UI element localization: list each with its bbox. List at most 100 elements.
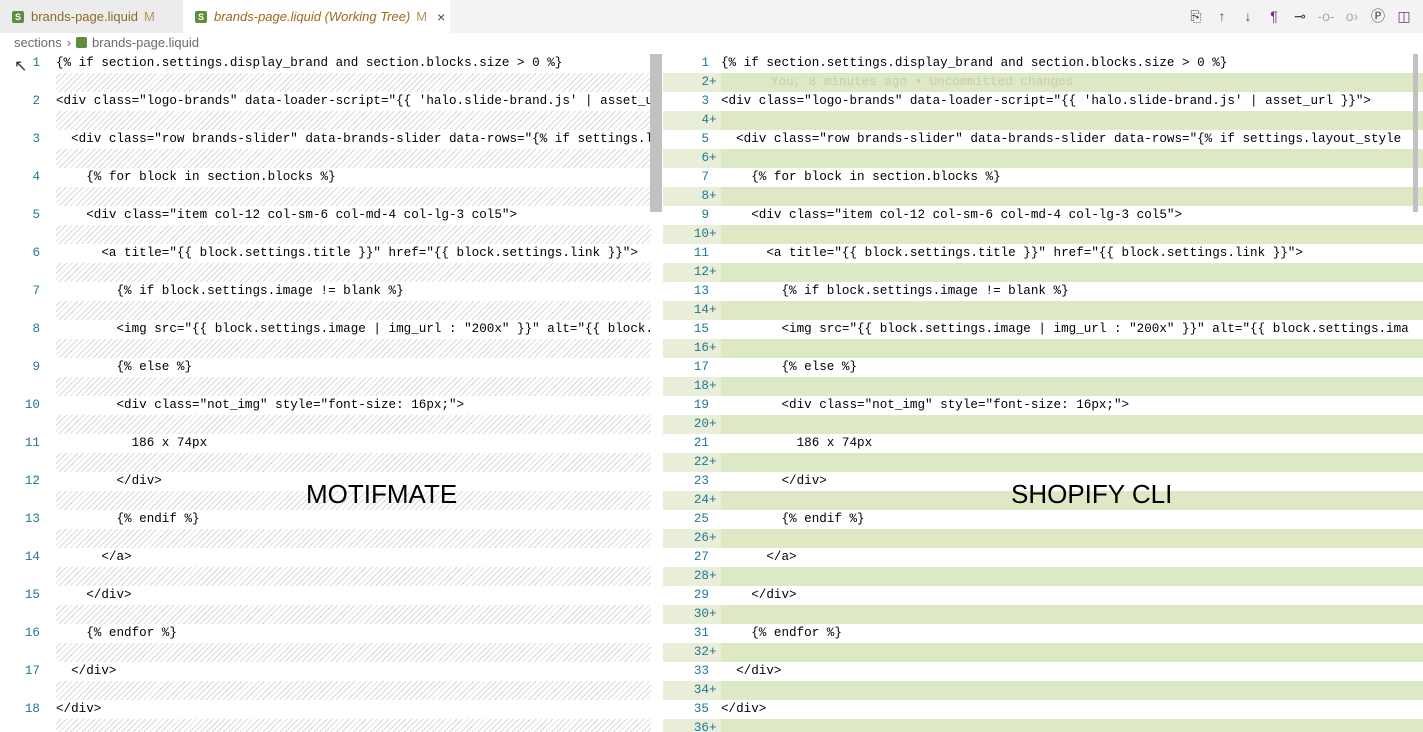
filler-row <box>0 187 663 206</box>
line-number: 6 <box>701 151 709 165</box>
added-line[interactable]: 4 + <box>663 111 1423 130</box>
previous-change-icon[interactable]: ↑ <box>1211 5 1233 27</box>
split-editor-icon[interactable]: ◫ <box>1393 5 1415 27</box>
line-number: 36 <box>693 721 709 732</box>
added-line[interactable]: 18 + <box>663 377 1423 396</box>
added-line[interactable]: 12 + <box>663 263 1423 282</box>
code-line[interactable]: 1 {% if section.settings.display_brand an… <box>0 54 663 73</box>
added-line[interactable]: 36 + <box>663 719 1423 732</box>
code-line[interactable]: 7 {% if block.settings.image != blank %} <box>0 282 663 301</box>
modified-badge: M <box>143 9 155 24</box>
code-line[interactable]: 21 186 x 74px <box>663 434 1423 453</box>
code-line[interactable]: 5 <div class="row brands-slider" data-br… <box>663 130 1423 149</box>
code-line[interactable]: 33 </div> <box>663 662 1423 681</box>
diagonal-filler <box>56 643 651 662</box>
added-highlight <box>721 643 1423 662</box>
tab-working-tree[interactable]: S brands-page.liquid (Working Tree) M × <box>183 0 450 33</box>
git-next-icon[interactable]: o› <box>1341 5 1363 27</box>
added-line[interactable]: 20 + <box>663 415 1423 434</box>
left-scrollbar[interactable] <box>650 54 662 212</box>
added-line[interactable]: 22 + <box>663 453 1423 472</box>
added-highlight <box>721 187 1423 206</box>
modified-editor[interactable]: 1 {% if section.settings.display_brand an… <box>663 54 1423 732</box>
added-line[interactable]: 34 + <box>663 681 1423 700</box>
line-number: 29 <box>693 588 709 602</box>
line-number: 31 <box>693 626 709 640</box>
added-line[interactable]: 10 + <box>663 225 1423 244</box>
code-line[interactable]: 10 <div class="not_img" style="font-size… <box>0 396 663 415</box>
added-line[interactable]: 30 + <box>663 605 1423 624</box>
added-line[interactable]: 2 + You, 8 minutes ago • Uncommitted chang… <box>663 73 1423 92</box>
code-line[interactable]: 17 {% else %} <box>663 358 1423 377</box>
code-line[interactable]: 13 {% endif %} <box>0 510 663 529</box>
tab-bar: S brands-page.liquid M S brands-page.liq… <box>0 0 1423 33</box>
code-line[interactable]: 17 </div> <box>0 662 663 681</box>
code-line[interactable]: 9 <div class="item col-12 col-sm-6 col-m… <box>663 206 1423 225</box>
blame-annotation: You, 8 minutes ago • Uncommitted changes <box>771 75 1074 89</box>
code-line[interactable]: 15 <img src="{{ block.settings.image | i… <box>663 320 1423 339</box>
filler-row <box>0 605 663 624</box>
code-line[interactable]: 9 {% else %} <box>0 358 663 377</box>
added-marker: + <box>709 113 717 127</box>
added-line[interactable]: 6 + <box>663 149 1423 168</box>
line-number: 9 <box>701 208 709 222</box>
code-line[interactable]: 31 {% endfor %} <box>663 624 1423 643</box>
open-file-icon[interactable]: ⎘ <box>1185 5 1207 27</box>
line-number: 11 <box>693 246 709 260</box>
git-lens-icon[interactable]: Ⓟ <box>1367 5 1389 27</box>
code-text: {% else %} <box>721 360 858 374</box>
close-icon[interactable]: × <box>437 9 445 25</box>
code-line[interactable]: 27 </a> <box>663 548 1423 567</box>
added-highlight <box>721 567 1423 586</box>
whitespace-icon[interactable]: ¶ <box>1263 5 1285 27</box>
line-number: 12 <box>24 474 40 488</box>
next-change-icon[interactable]: ↓ <box>1237 5 1259 27</box>
code-line[interactable]: 15 </div> <box>0 586 663 605</box>
added-highlight <box>721 339 1423 358</box>
code-text: </div> <box>56 702 102 716</box>
code-line[interactable]: 3 <div class="row brands-slider" data-br… <box>0 130 663 149</box>
added-marker: + <box>709 417 717 431</box>
code-text: <img src="{{ block.settings.image | img_… <box>56 322 654 336</box>
added-line[interactable]: 8 + <box>663 187 1423 206</box>
code-line[interactable]: 7 {% for block in section.blocks %} <box>663 168 1423 187</box>
right-scrollbar[interactable] <box>1413 54 1418 212</box>
code-line[interactable]: 4 {% for block in section.blocks %} <box>0 168 663 187</box>
added-line[interactable]: 14 + <box>663 301 1423 320</box>
git-prev-icon[interactable]: -o- <box>1315 5 1337 27</box>
code-line[interactable]: 2 <div class="logo-brands" data-loader-sc… <box>0 92 663 111</box>
overlay-label-left: MOTIFMATE <box>306 479 458 509</box>
code-line[interactable]: 5 <div class="item col-12 col-sm-6 col-m… <box>0 206 663 225</box>
added-line[interactable]: 16 + <box>663 339 1423 358</box>
breadcrumb-file[interactable]: brands-page.liquid <box>92 35 199 50</box>
added-highlight <box>721 149 1423 168</box>
line-number: 22 <box>693 455 709 469</box>
original-editor[interactable]: 1 {% if section.settings.display_brand an… <box>0 54 663 732</box>
added-line[interactable]: 32 + <box>663 643 1423 662</box>
breadcrumb-folder[interactable]: sections <box>14 35 62 50</box>
code-line[interactable]: 19 <div class="not_img" style="font-size… <box>663 396 1423 415</box>
diagonal-filler <box>56 605 651 624</box>
code-line[interactable]: 11 186 x 74px <box>0 434 663 453</box>
tab-original[interactable]: S brands-page.liquid M <box>0 0 183 33</box>
code-line[interactable]: 1 {% if section.settings.display_brand an… <box>663 54 1423 73</box>
code-line[interactable]: 16 {% endfor %} <box>0 624 663 643</box>
code-line[interactable]: 35 </div> <box>663 700 1423 719</box>
git-compare-icon[interactable]: ⊸ <box>1289 5 1311 27</box>
code-line[interactable]: 8 <img src="{{ block.settings.image | im… <box>0 320 663 339</box>
code-line[interactable]: 6 <a title="{{ block.settings.title }}" … <box>0 244 663 263</box>
code-line[interactable]: 25 {% endif %} <box>663 510 1423 529</box>
code-line[interactable]: 3 <div class="logo-brands" data-loader-sc… <box>663 92 1423 111</box>
line-number: 5 <box>701 132 709 146</box>
code-line[interactable]: 13 {% if block.settings.image != blank %… <box>663 282 1423 301</box>
code-text: <div class="item col-12 col-sm-6 col-md-… <box>721 208 1183 222</box>
added-line[interactable]: 26 + <box>663 529 1423 548</box>
filler-row <box>0 263 663 282</box>
line-number: 9 <box>32 360 40 374</box>
code-line[interactable]: 11 <a title="{{ block.settings.title }}"… <box>663 244 1423 263</box>
breadcrumb: sections › brands-page.liquid <box>14 35 199 50</box>
code-line[interactable]: 14 </a> <box>0 548 663 567</box>
added-line[interactable]: 28 + <box>663 567 1423 586</box>
code-line[interactable]: 29 </div> <box>663 586 1423 605</box>
code-line[interactable]: 18 </div> <box>0 700 663 719</box>
